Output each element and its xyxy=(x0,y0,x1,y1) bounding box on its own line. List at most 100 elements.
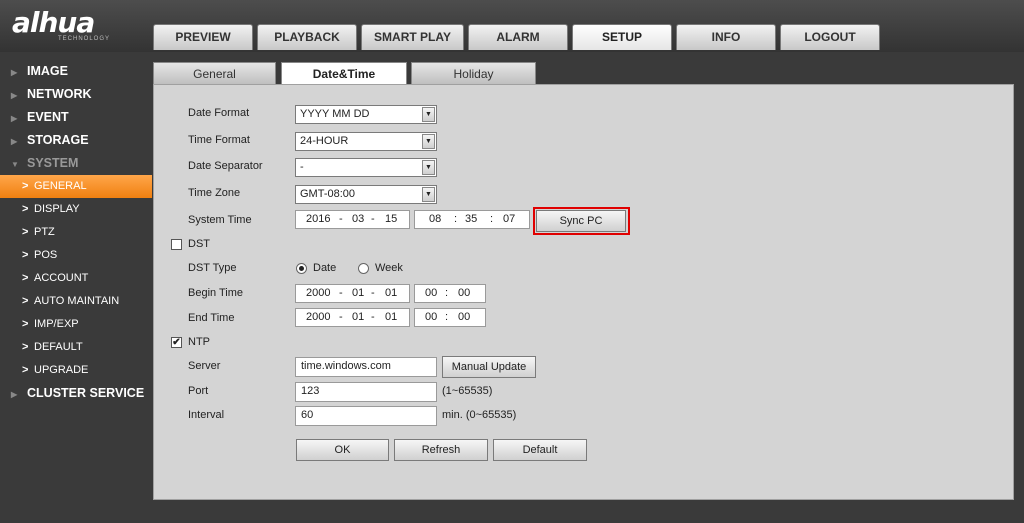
server-label: Server xyxy=(188,360,221,372)
tab-logout[interactable]: LOGOUT xyxy=(780,24,880,50)
manual-update-button[interactable]: Manual Update xyxy=(442,356,536,378)
begin-time-field[interactable]: 00 : 00 xyxy=(414,284,486,303)
sidebar-label: NETWORK xyxy=(27,87,92,101)
brand-subtitle: TECHNOLOGY xyxy=(58,36,111,42)
month-value: 01 xyxy=(352,287,365,299)
ok-button[interactable]: OK xyxy=(296,439,389,461)
second-value: 07 xyxy=(503,213,516,225)
chevron-right-icon: > xyxy=(22,272,29,284)
interval-input[interactable]: 60 xyxy=(295,406,437,426)
sidebar-sub-default[interactable]: > DEFAULT xyxy=(0,336,152,359)
dst-type-week-radio[interactable] xyxy=(358,263,369,274)
chevron-right-icon: > xyxy=(22,249,29,261)
sidebar-label: PTZ xyxy=(34,226,55,238)
ntp-label: NTP xyxy=(188,336,210,348)
sidebar-label: DEFAULT xyxy=(34,341,83,353)
tab-alarm[interactable]: ALARM xyxy=(468,24,568,50)
sidebar-label: DISPLAY xyxy=(34,203,80,215)
sidebar-label: POS xyxy=(34,249,58,261)
server-input[interactable]: time.windows.com xyxy=(295,357,437,377)
date-separator-label: Date Separator xyxy=(188,160,263,172)
dst-type-date-radio[interactable] xyxy=(296,263,307,274)
minute-value: 00 xyxy=(458,311,471,323)
time-zone-select[interactable]: GMT-08:00 ▼ xyxy=(295,185,437,204)
minute-value: 35 xyxy=(465,213,478,225)
sidebar-label: UPGRADE xyxy=(34,364,89,376)
sidebar-item-network[interactable]: ▶ NETWORK xyxy=(0,83,152,106)
select-value: YYYY MM DD xyxy=(300,108,370,120)
system-date-field[interactable]: 2016 - 03 - 15 xyxy=(295,210,410,229)
dropdown-arrow-icon: ▼ xyxy=(422,134,435,149)
time-format-label: Time Format xyxy=(188,134,250,146)
tab-playback[interactable]: PLAYBACK xyxy=(257,24,357,50)
sidebar-sub-general[interactable]: > GENERAL xyxy=(0,175,152,198)
date-separator: - xyxy=(371,311,375,323)
system-time-field[interactable]: 08 : 35 : 07 xyxy=(414,210,530,229)
dst-checkbox[interactable] xyxy=(171,239,182,250)
hour-value: 00 xyxy=(425,287,438,299)
system-time-label: System Time xyxy=(188,214,252,226)
year-value: 2016 xyxy=(306,213,331,225)
end-date-field[interactable]: 2000 - 01 - 01 xyxy=(295,308,410,327)
day-value: 15 xyxy=(385,213,398,225)
sidebar-sub-display[interactable]: > DISPLAY xyxy=(0,198,152,221)
sidebar-item-storage[interactable]: ▶ STORAGE xyxy=(0,129,152,152)
sidebar-label: CLUSTER SERVICE xyxy=(27,386,145,400)
dst-type-date-label: Date xyxy=(313,262,337,274)
select-value: - xyxy=(300,161,304,173)
tab-preview[interactable]: PREVIEW xyxy=(153,24,253,50)
hour-value: 08 xyxy=(429,213,442,225)
date-format-select[interactable]: YYYY MM DD ▼ xyxy=(295,105,437,124)
sidebar-item-event[interactable]: ▶ EVENT xyxy=(0,106,152,129)
port-input[interactable]: 123 xyxy=(295,382,437,402)
subtab-date-time[interactable]: Date&Time xyxy=(281,62,407,86)
year-value: 2000 xyxy=(306,287,331,299)
chevron-right-icon: > xyxy=(22,318,29,330)
end-time-field[interactable]: 00 : 00 xyxy=(414,308,486,327)
chevron-right-icon: > xyxy=(22,226,29,238)
sidebar-sub-imp-exp[interactable]: > IMP/EXP xyxy=(0,313,152,336)
month-value: 01 xyxy=(352,311,365,323)
begin-time-label: Begin Time xyxy=(188,287,244,299)
triangle-right-icon: ▶ xyxy=(11,137,18,146)
sidebar-sub-account[interactable]: > ACCOUNT xyxy=(0,267,152,290)
time-format-select[interactable]: 24-HOUR ▼ xyxy=(295,132,437,151)
sidebar-label: ACCOUNT xyxy=(34,272,89,284)
sidebar-item-image[interactable]: ▶ IMAGE xyxy=(0,60,152,83)
dropdown-arrow-icon: ▼ xyxy=(422,160,435,175)
port-range-hint: (1~65535) xyxy=(442,385,493,397)
date-separator: - xyxy=(371,287,375,299)
sidebar-sub-pos[interactable]: > POS xyxy=(0,244,152,267)
chevron-right-icon: > xyxy=(22,203,29,215)
day-value: 01 xyxy=(385,311,398,323)
time-separator: : xyxy=(490,213,494,225)
subtab-general[interactable]: General xyxy=(153,62,276,85)
sidebar-sub-ptz[interactable]: > PTZ xyxy=(0,221,152,244)
tab-smart-play[interactable]: SMART PLAY xyxy=(361,24,464,50)
time-separator: : xyxy=(445,311,449,323)
refresh-button[interactable]: Refresh xyxy=(394,439,488,461)
chevron-right-icon: > xyxy=(22,341,29,353)
begin-date-field[interactable]: 2000 - 01 - 01 xyxy=(295,284,410,303)
sidebar-item-system[interactable]: ▼ SYSTEM xyxy=(0,152,152,175)
ntp-checkbox[interactable]: ✔ xyxy=(171,337,182,348)
end-time-label: End Time xyxy=(188,312,235,324)
sidebar: ▶ IMAGE ▶ NETWORK ▶ EVENT ▶ STORAGE ▼ SYSTEM … xyxy=(0,60,152,405)
interval-label: Interval xyxy=(188,409,225,421)
sidebar-label: STORAGE xyxy=(27,133,89,147)
tab-setup[interactable]: SETUP xyxy=(572,24,672,50)
triangle-right-icon: ▶ xyxy=(11,390,18,399)
default-button[interactable]: Default xyxy=(493,439,587,461)
sidebar-label: EVENT xyxy=(27,110,69,124)
tab-info[interactable]: INFO xyxy=(676,24,776,50)
sidebar-sub-upgrade[interactable]: > UPGRADE xyxy=(0,359,152,382)
time-zone-label: Time Zone xyxy=(188,187,241,199)
subtab-holiday[interactable]: Holiday xyxy=(411,62,536,85)
date-separator: - xyxy=(339,311,343,323)
sidebar-sub-auto-maintain[interactable]: > AUTO MAINTAIN xyxy=(0,290,152,313)
dst-type-label: DST Type xyxy=(188,262,237,274)
triangle-right-icon: ▶ xyxy=(11,114,18,123)
time-separator: : xyxy=(445,287,449,299)
date-separator-select[interactable]: - ▼ xyxy=(295,158,437,177)
sidebar-item-cluster-service[interactable]: ▶ CLUSTER SERVICE xyxy=(0,382,152,405)
